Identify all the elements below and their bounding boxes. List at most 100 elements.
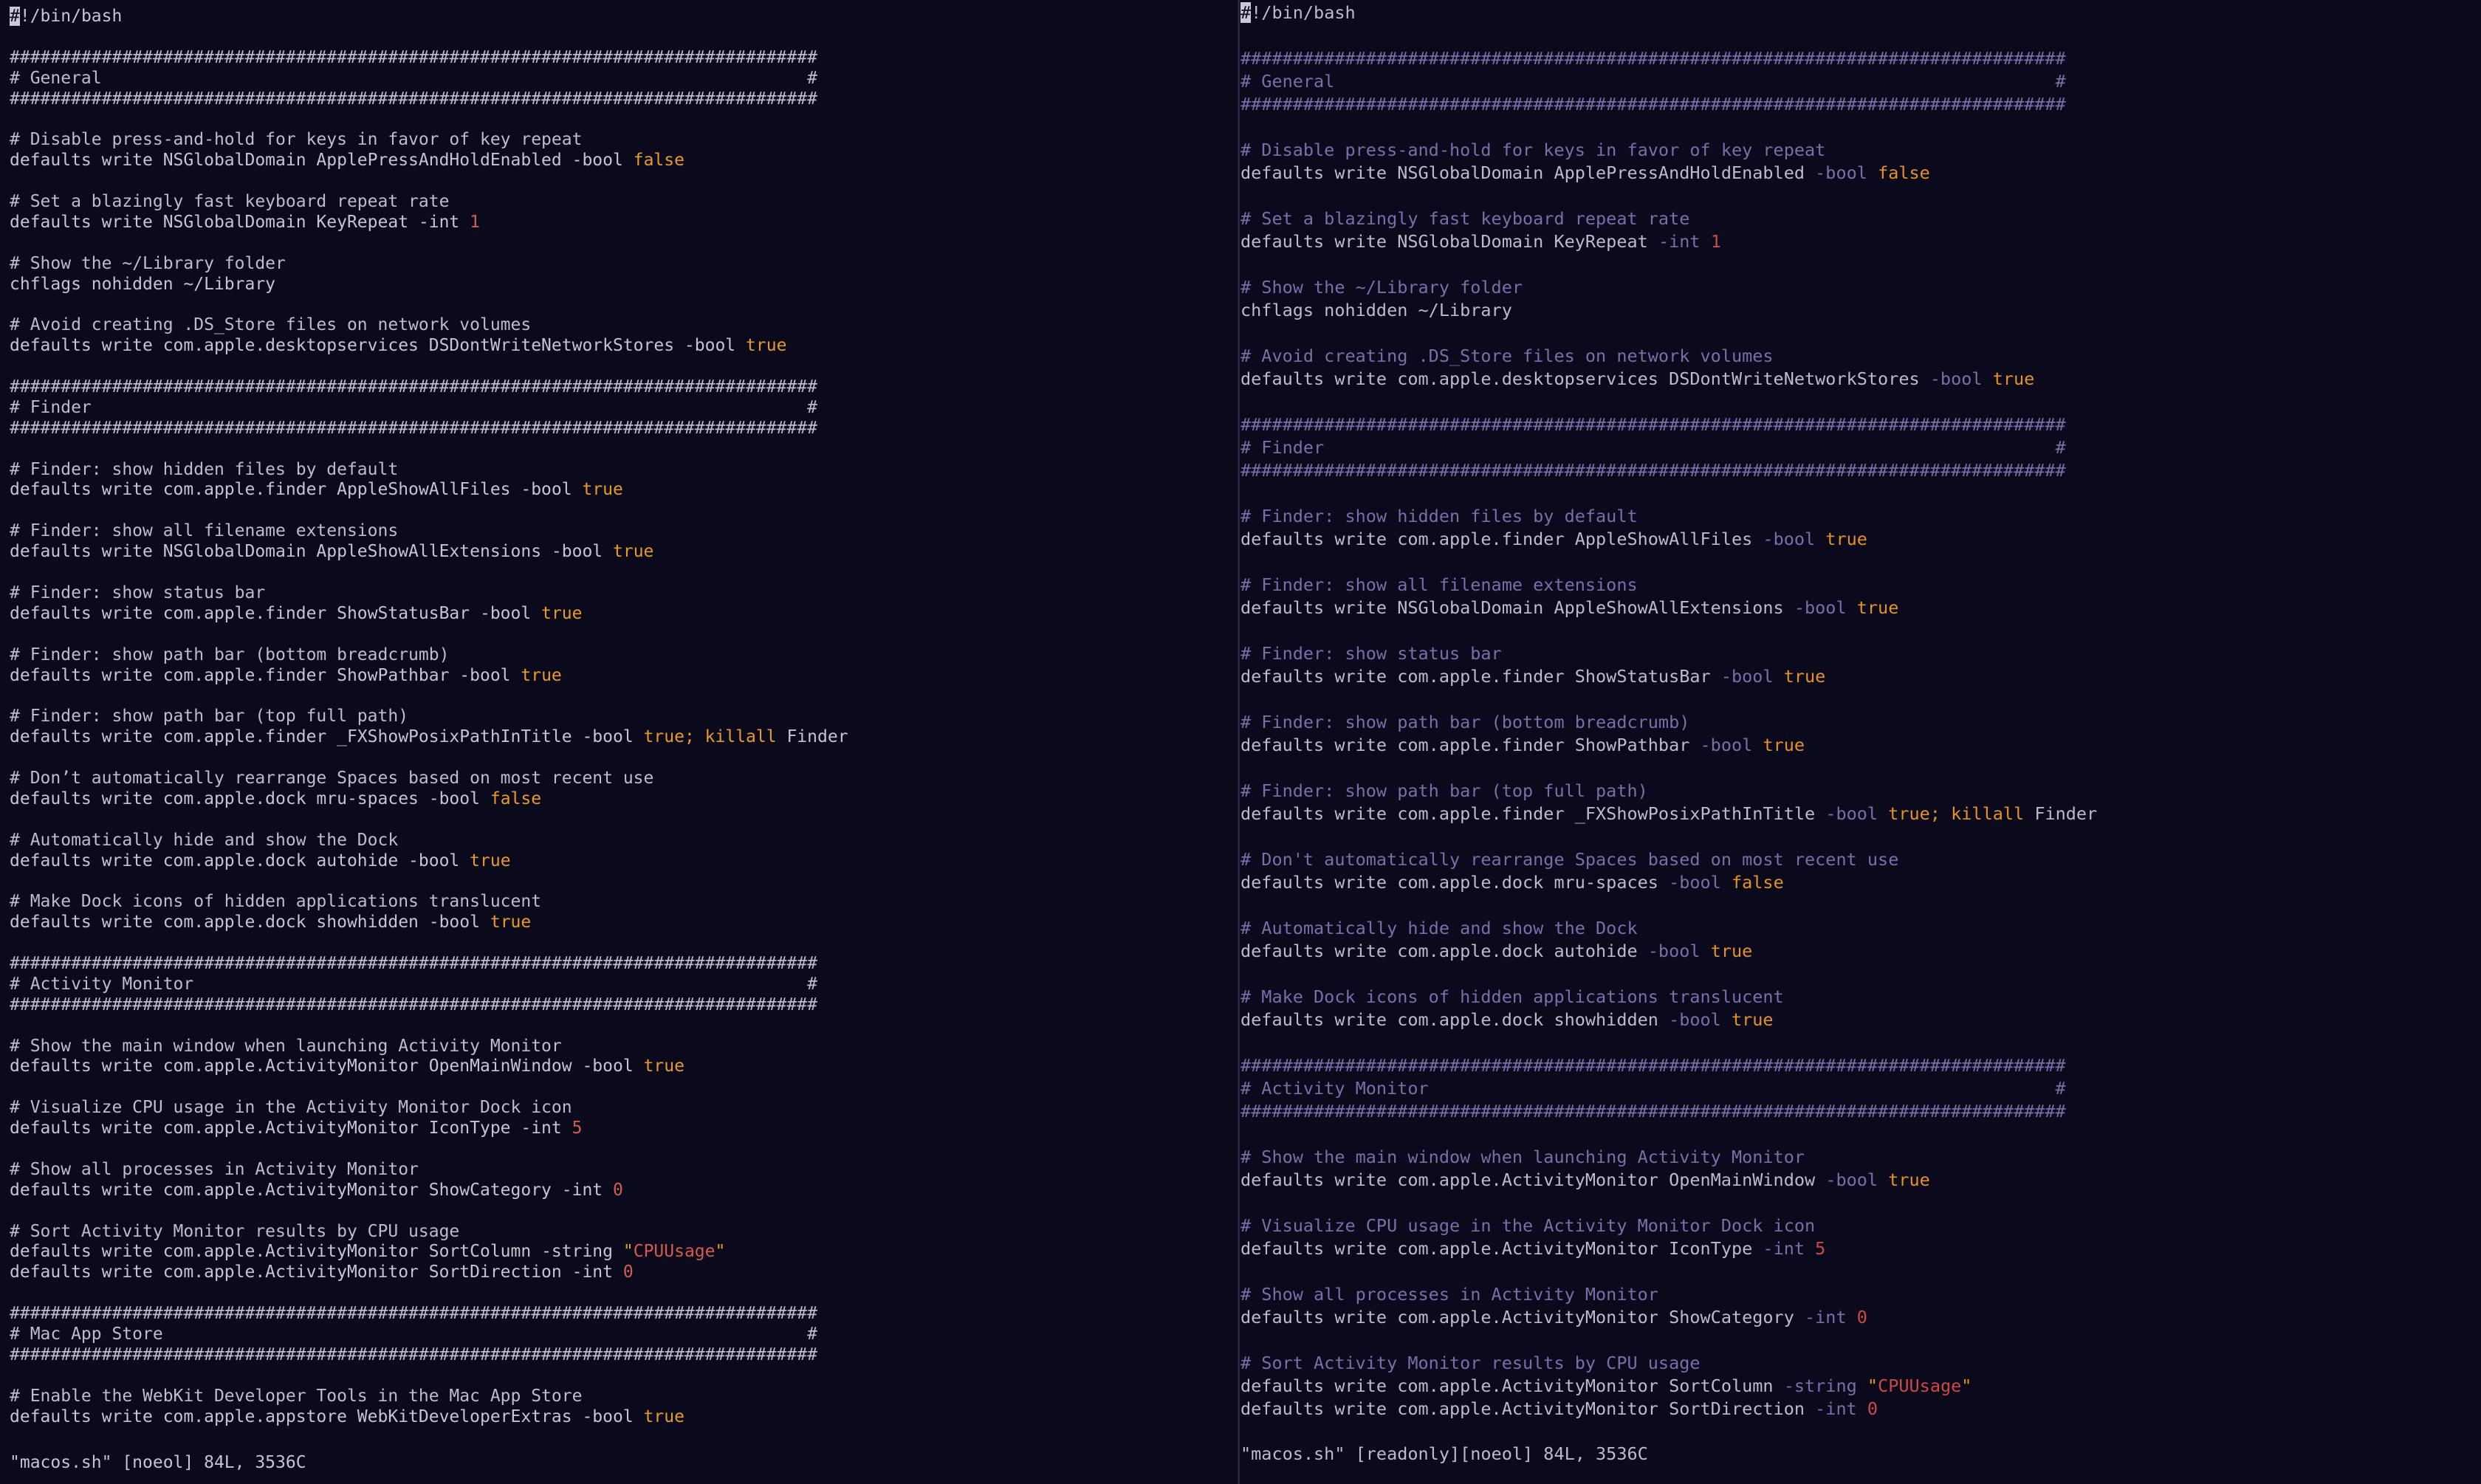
code-line: ########################################… bbox=[10, 954, 848, 975]
code-token: defaults write com.apple.finder ShowPath… bbox=[1240, 735, 1701, 755]
code-token: # Automatically hide and show the Dock bbox=[1240, 918, 1638, 938]
code-token: # Enable the WebKit Developer Tools in t… bbox=[10, 1386, 583, 1406]
code-line: defaults write com.apple.finder ShowStat… bbox=[10, 604, 848, 625]
editor-buffer[interactable]: #!/bin/bash #############################… bbox=[10, 7, 848, 1427]
code-token: -bool bbox=[479, 603, 532, 623]
code-token: defaults write com.apple.desktopservices… bbox=[10, 336, 684, 356]
code-token: # Finder: show path bar (bottom breadcru… bbox=[1240, 712, 1690, 732]
code-line: # Mac App Store # bbox=[10, 1325, 848, 1345]
code-token: -string bbox=[541, 1242, 613, 1262]
code-line: # Enable the WebKit Developer Tools in t… bbox=[10, 1387, 848, 1407]
code-line: ########################################… bbox=[1240, 413, 2097, 436]
code-token: -bool bbox=[428, 789, 480, 808]
code-token: true; bbox=[1888, 803, 1940, 824]
code-token: # Show the ~/Library folder bbox=[10, 253, 286, 273]
code-token: # Disable press-and-hold for keys in fav… bbox=[10, 130, 583, 150]
code-token: ########################################… bbox=[1240, 94, 2066, 114]
code-token: true bbox=[490, 913, 532, 932]
code-token: -bool bbox=[582, 1406, 634, 1426]
code-line: defaults write com.apple.dock showhidden… bbox=[1240, 1009, 2097, 1031]
code-line: # Make Dock icons of hidden applications… bbox=[1240, 986, 2097, 1009]
code-token: # Finder: show path bar (bottom breadcru… bbox=[10, 645, 450, 664]
code-token: true bbox=[521, 665, 562, 685]
code-token: defaults write NSGlobalDomain ApplePress… bbox=[1240, 162, 1816, 183]
code-token: -bool bbox=[1669, 872, 1721, 893]
code-line: # General # bbox=[1240, 70, 2097, 93]
code-line: defaults write com.apple.finder ShowStat… bbox=[1240, 665, 2097, 688]
code-line: # Finder: show status bar bbox=[1240, 642, 2097, 665]
code-line: # Show all processes in Activity Monitor bbox=[10, 1160, 848, 1181]
code-token: # Finder: show all filename extensions bbox=[1240, 574, 1638, 595]
code-line: defaults write com.apple.ActivityMonitor… bbox=[10, 1242, 848, 1263]
code-token: defaults write NSGlobalDomain AppleShowA… bbox=[10, 542, 552, 562]
code-line: # Finder: show path bar (top full path) bbox=[10, 707, 848, 727]
code-token: defaults write com.apple.ActivityMonitor… bbox=[1240, 1169, 1826, 1190]
code-line: defaults write com.apple.dock autohide -… bbox=[10, 851, 848, 872]
editor-buffer[interactable]: #!/bin/bash #############################… bbox=[1240, 1, 2097, 1421]
code-token: CPUUsage bbox=[1878, 1375, 1962, 1396]
code-token: defaults write com.apple.ActivityMonitor… bbox=[1240, 1238, 1763, 1259]
code-token: defaults write com.apple.dock autohide bbox=[1240, 941, 1648, 961]
code-token: # Show all processes in Activity Monitor bbox=[10, 1159, 419, 1179]
editor-pane-left[interactable]: #!/bin/bash #############################… bbox=[0, 0, 1239, 1484]
code-token: ########################################… bbox=[10, 89, 817, 109]
status-line: "macos.sh" [noeol] 84L, 3536C bbox=[10, 1453, 306, 1472]
code-line: defaults write NSGlobalDomain AppleShowA… bbox=[1240, 597, 2097, 619]
code-token: -bool bbox=[582, 727, 634, 747]
code-token: defaults write com.apple.ActivityMonitor… bbox=[1240, 1375, 1784, 1396]
code-token: defaults write com.apple.ActivityMonitor… bbox=[10, 1057, 583, 1076]
code-token: -bool bbox=[1700, 735, 1753, 755]
code-token: 0 bbox=[613, 1180, 623, 1200]
code-token: # Don't automatically rearrange Spaces b… bbox=[1240, 849, 1899, 870]
code-token: 0 bbox=[622, 1263, 634, 1282]
code-token: -int bbox=[1815, 1398, 1857, 1419]
code-line: defaults write com.apple.finder AppleSho… bbox=[1240, 528, 2097, 551]
code-line: # Avoid creating .DS_Store files on netw… bbox=[10, 315, 848, 336]
code-line: # Automatically hide and show the Dock bbox=[1240, 917, 2097, 940]
code-token: -bool bbox=[684, 336, 736, 356]
code-token: -bool bbox=[521, 480, 572, 500]
code-token: true bbox=[1731, 1009, 1774, 1030]
code-token: defaults write com.apple.finder ShowStat… bbox=[10, 603, 480, 623]
code-token: 1 bbox=[470, 212, 480, 232]
code-token: # Finder # bbox=[10, 397, 817, 417]
code-token: " bbox=[1867, 1375, 1878, 1396]
code-line: # Finder # bbox=[1240, 436, 2097, 459]
code-token: ########################################… bbox=[10, 1344, 817, 1364]
code-token: true bbox=[582, 480, 623, 500]
code-line: ########################################… bbox=[1240, 1054, 2097, 1077]
code-token: -bool bbox=[551, 542, 603, 562]
editor-pane-right[interactable]: #!/bin/bash #############################… bbox=[1240, 0, 2481, 1484]
code-line: defaults write com.apple.ActivityMonitor… bbox=[1240, 1169, 2097, 1192]
code-token: killall bbox=[704, 727, 777, 747]
code-token: ########################################… bbox=[1240, 1055, 2066, 1076]
code-token: -bool bbox=[582, 1057, 634, 1076]
code-line: # Sort Activity Monitor results by CPU u… bbox=[10, 1222, 848, 1243]
code-token: chflags nohidden ~/Library bbox=[1240, 300, 1512, 320]
code-token: true bbox=[541, 603, 583, 623]
code-token: # Finder: show status bar bbox=[10, 583, 266, 602]
code-token: -int bbox=[1763, 1238, 1805, 1259]
code-line: chflags nohidden ~/Library bbox=[10, 275, 848, 295]
code-token: -bool bbox=[1825, 1169, 1878, 1190]
code-token: ########################################… bbox=[10, 995, 817, 1014]
code-line: defaults write com.apple.desktopservices… bbox=[1240, 368, 2097, 391]
code-line: defaults write com.apple.ActivityMonitor… bbox=[10, 1119, 848, 1139]
code-token: -string bbox=[1783, 1375, 1857, 1396]
code-line: defaults write NSGlobalDomain KeyRepeat … bbox=[1240, 230, 2097, 253]
code-token: # Automatically hide and show the Dock bbox=[10, 830, 399, 850]
code-token: defaults write com.apple.dock mru-spaces bbox=[1240, 872, 1670, 893]
